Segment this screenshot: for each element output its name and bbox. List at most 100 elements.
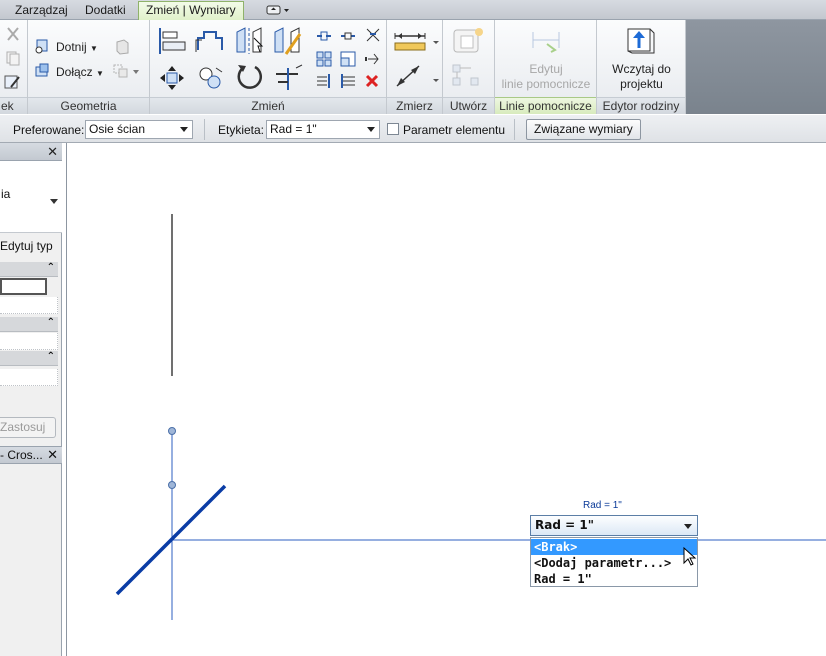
load-into-project-line1: Wczytaj do — [612, 62, 671, 76]
separator — [514, 119, 515, 140]
label-label: Etykieta: — [218, 123, 265, 137]
parameter-checkbox[interactable] — [387, 123, 399, 135]
panel-label-create: Utwórz — [443, 97, 494, 114]
split-face-icon[interactable] — [112, 62, 142, 80]
chevron-down-icon — [367, 127, 375, 132]
load-into-project-icon — [627, 28, 655, 54]
panel-label-modify: Zmień — [150, 97, 386, 114]
panel-label-family-editor: Edytor rodziny — [597, 97, 685, 114]
unpin-icon[interactable] — [364, 26, 382, 44]
cut-geometry-icon — [35, 39, 48, 54]
property-row[interactable] — [0, 297, 58, 314]
properties-section[interactable]: ⌃ — [0, 317, 58, 332]
mirror-pick-axis-icon[interactable] — [234, 26, 266, 56]
panel-reference-lines: Edytuj linie pomocnicze Linie pomocnicze — [495, 20, 597, 114]
edit-type-button[interactable]: Edytuj typ — [0, 239, 53, 253]
panel-label-partial: ek — [0, 97, 27, 114]
panel-geometry: Dotnij ▼ Dołącz ▼ Geometria — [28, 20, 150, 114]
array-icon[interactable] — [316, 51, 332, 67]
properties-header: ✕ — [0, 143, 62, 161]
tab-modify-dimensions[interactable]: Zmień | Wymiary — [138, 1, 244, 21]
preferred-select[interactable]: Osie ścian — [85, 120, 193, 139]
property-row[interactable] — [0, 333, 58, 350]
cut-geometry-label: Dotnij — [56, 40, 87, 54]
options-bar: Preferowane: Osie ścian Etykieta: Rad = … — [0, 115, 826, 143]
split-gap-icon[interactable] — [340, 28, 356, 44]
dimension-label-dropdown: <Brak> <Dodaj parametr...> Rad = 1" — [530, 537, 698, 587]
delete-icon[interactable] — [364, 73, 380, 89]
panel-measure: Zmierz — [387, 20, 443, 114]
align-icon[interactable] — [156, 26, 188, 56]
scale-icon[interactable] — [340, 51, 356, 67]
dimension-text[interactable]: Rad = 1" — [583, 500, 622, 511]
split-icon[interactable] — [316, 28, 332, 44]
panel-family-editor: Wczytaj do projektu Edytor rodziny — [597, 20, 686, 114]
pin-icon[interactable] — [364, 51, 382, 67]
match-properties-icon[interactable] — [3, 73, 23, 91]
tab-addins[interactable]: Dodatki — [78, 2, 133, 20]
panel-clipboard-partial: ek — [0, 20, 28, 114]
linked-dimensions-button[interactable]: Związane wymiary — [526, 119, 641, 140]
drag-grip[interactable] — [168, 481, 176, 489]
type-selector[interactable]: ia — [0, 161, 62, 233]
drawing-canvas[interactable] — [66, 143, 826, 656]
collapse-icon: ⌃ — [46, 262, 55, 273]
property-value-field[interactable] — [0, 278, 47, 295]
dropdown-option[interactable]: Rad = 1" — [531, 571, 697, 587]
edit-reference-lines-button[interactable]: Edytuj linie pomocnicze — [495, 62, 597, 92]
dimension-icon[interactable] — [393, 62, 439, 90]
trim-single-icon[interactable] — [316, 73, 332, 89]
join-geometry-icon — [35, 63, 49, 77]
mouse-cursor-icon — [683, 547, 697, 566]
trim-multiple-icon[interactable] — [340, 73, 356, 89]
preferred-label: Preferowane: — [13, 123, 85, 137]
load-into-project-button[interactable]: Wczytaj do projektu — [597, 62, 686, 92]
wall-joins-icon[interactable] — [114, 38, 130, 56]
trim-extend-icon[interactable] — [272, 62, 304, 92]
apply-button[interactable]: Zastosuj — [0, 417, 56, 438]
close-icon[interactable]: ✕ — [47, 447, 58, 463]
separator — [204, 119, 205, 140]
type-selector-text: ia — [1, 187, 11, 201]
create-similar-icon[interactable] — [451, 26, 485, 56]
cut-icon[interactable] — [5, 26, 21, 42]
tab-manage[interactable]: Zarządzaj — [8, 2, 75, 20]
dropdown-option[interactable]: <Brak> — [531, 539, 697, 555]
edit-reference-lines-line2: linie pomocnicze — [501, 77, 591, 91]
drawing-svg — [115, 214, 826, 620]
chevron-down-icon — [180, 127, 188, 132]
properties-section[interactable]: ⌃ — [0, 351, 58, 366]
dropdown-option[interactable]: <Dodaj parametr...> — [531, 555, 697, 571]
label-select[interactable]: Rad = 1" — [266, 120, 380, 139]
copy-icon[interactable] — [5, 50, 21, 66]
revit-window: Zarządzaj Dodatki Zmień | Wymiary ek Dot… — [0, 0, 826, 656]
properties-palette: ✕ ia Edytuj typ ⌃ ⌃ ⌃ Zastosuj - Cros...… — [0, 143, 62, 656]
measure-distance-icon[interactable] — [393, 30, 439, 54]
properties-section[interactable]: ⌃ — [0, 262, 58, 277]
cut-geometry-button[interactable]: Dotnij ▼ — [56, 40, 98, 54]
drag-grip[interactable] — [168, 427, 176, 435]
ribbon-tab-bar: Zarządzaj Dodatki Zmień | Wymiary — [0, 0, 826, 21]
close-icon[interactable]: ✕ — [47, 144, 58, 160]
chevron-down-icon — [684, 524, 692, 529]
move-icon[interactable] — [158, 64, 186, 92]
rotate-icon[interactable] — [234, 62, 264, 92]
join-geometry-button[interactable]: Dołącz ▼ — [56, 65, 104, 79]
join-geometry-label: Dołącz — [56, 65, 93, 79]
panel-label-measure: Zmierz — [387, 97, 442, 114]
panel-label-reference-lines: Linie pomocnicze — [495, 97, 596, 114]
property-row[interactable] — [0, 369, 58, 386]
edit-reference-lines-icon — [532, 32, 560, 53]
copy-element-icon[interactable] — [196, 64, 224, 92]
load-into-project-line2: projektu — [620, 77, 663, 91]
create-group-icon[interactable] — [451, 62, 485, 90]
dimension-label-select[interactable]: Rad = 1" — [530, 515, 698, 536]
parameter-checkbox-label: Parametr elementu — [403, 123, 506, 137]
chevron-down-icon — [50, 199, 58, 204]
dimension-label-value: Rad = 1" — [535, 518, 594, 532]
collapse-icon: ⌃ — [46, 351, 55, 362]
panel-toggle-icon[interactable] — [266, 4, 292, 16]
mirror-draw-axis-icon[interactable] — [272, 26, 304, 56]
edit-reference-lines-line1: Edytuj — [529, 62, 563, 76]
offset-icon[interactable] — [194, 26, 226, 56]
